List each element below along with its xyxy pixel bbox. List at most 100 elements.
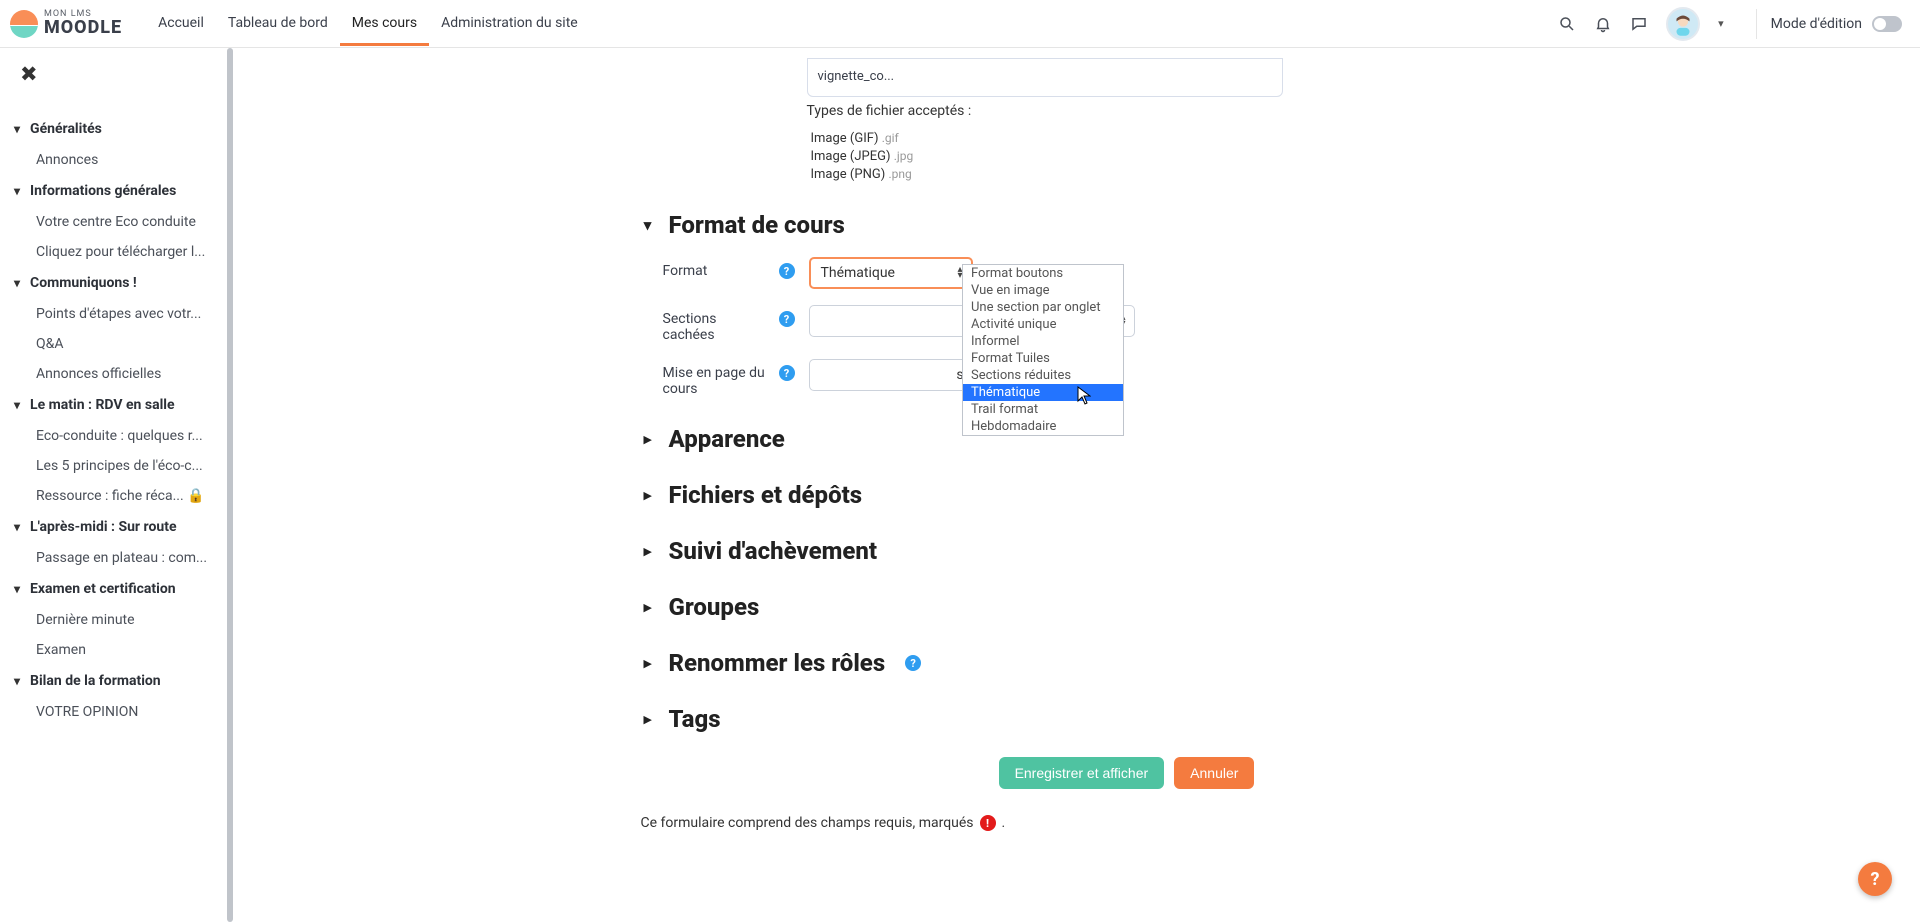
chevron-down-icon: ▾ [14,184,20,198]
format-select[interactable]: Thématique ▴▾ [809,257,973,289]
chevron-down-icon: ▾ [14,520,20,534]
section-generalites[interactable]: ▾ Généralités [14,113,233,145]
page: ✖ ▾ Généralités Annonces ▾ Informations … [0,48,1920,922]
logo[interactable]: MON LMS MOODLE [10,10,122,38]
bell-icon[interactable] [1594,15,1612,33]
help-fab-button[interactable]: ? [1858,862,1892,896]
close-drawer-icon[interactable]: ✖ [20,62,233,87]
dropdown-option[interactable]: Vue en image [963,282,1123,299]
nav-administration[interactable]: Administration du site [429,1,590,46]
help-icon[interactable]: ? [779,311,795,327]
file-type: Image (GIF) .gif [811,129,1447,147]
cancel-button[interactable]: Annuler [1174,757,1254,789]
sidebar-item[interactable]: Eco-conduite : quelques r... [14,421,220,451]
help-icon[interactable]: ? [905,655,921,671]
fieldset-fichiers-depots[interactable]: ▸ Fichiers et dépôts [641,481,1447,509]
logo-big: MOODLE [44,19,122,37]
dropdown-option-selected[interactable]: Thématique [963,384,1123,401]
help-icon[interactable]: ? [779,365,795,381]
logo-icon [10,10,38,38]
sidebar-item-locked[interactable]: Ressource : fiche réca... 🔒 [14,481,220,511]
format-label: Format [663,263,767,279]
chevron-right-icon: ▸ [641,486,655,504]
fieldset-title: Suivi d'achèvement [669,537,878,565]
edit-mode-toggle[interactable] [1872,16,1902,32]
sidebar-item[interactable]: VOTRE OPINION [14,697,220,727]
required-note-text: Ce formulaire comprend des champs requis… [641,815,974,831]
fieldset-tags[interactable]: ▸ Tags [641,705,1447,733]
file-picker-item[interactable]: vignette_co... [807,58,1283,97]
file-type-ext: .jpg [894,149,914,163]
section-title: Informations générales [30,183,176,199]
sidebar-item[interactable]: Examen [14,635,220,665]
fieldset-suivi-achevement[interactable]: ▸ Suivi d'achèvement [641,537,1447,565]
dropdown-option[interactable]: Une section par onglet [963,299,1123,316]
form-area: vignette_co... Types de fichier acceptés… [475,48,1679,831]
section-apres-midi[interactable]: ▾ L'après-midi : Sur route [14,511,233,543]
dropdown-option[interactable]: Hebdomadaire [963,418,1123,435]
nav-mes-cours[interactable]: Mes cours [340,1,429,46]
sidebar-item[interactable]: Votre centre Eco conduite [14,207,220,237]
fieldset-title: Apparence [669,425,785,453]
chevron-right-icon: ▸ [641,710,655,728]
section-title: Communiquons ! [30,275,137,291]
section-matin[interactable]: ▾ Le matin : RDV en salle [14,389,233,421]
section-informations-generales[interactable]: ▾ Informations générales [14,175,233,207]
sidebar-item[interactable]: Passage en plateau : com... [14,543,220,573]
chevron-right-icon: ▸ [641,430,655,448]
search-icon[interactable] [1558,15,1576,33]
sidebar-item[interactable]: Annonces [14,145,220,175]
hidden-sections-label: Sections cachées [663,311,767,343]
fieldset-format-de-cours[interactable]: ▾ Format de cours [641,211,1447,239]
sidebar-item[interactable]: Dernière minute [14,605,220,635]
file-name: vignette_co... [818,69,895,84]
topbar: MON LMS MOODLE Accueil Tableau de bord M… [0,0,1920,48]
logo-text: MON LMS MOODLE [44,10,122,37]
file-type: Image (PNG) .png [811,165,1447,183]
required-fields-note: Ce formulaire comprend des champs requis… [641,815,1447,831]
section-bilan[interactable]: ▾ Bilan de la formation [14,665,233,697]
dropdown-option[interactable]: Format boutons [963,265,1123,282]
user-menu-caret[interactable]: ▾ [1718,17,1724,30]
fieldset-renommer-roles[interactable]: ▸ Renommer les rôles ? [641,649,1447,677]
fieldset-groupes[interactable]: ▸ Groupes [641,593,1447,621]
dropdown-option[interactable]: Trail format [963,401,1123,418]
avatar[interactable] [1666,7,1700,41]
file-type-ext: .png [888,167,911,181]
fieldset-title: Tags [669,705,721,733]
section-title: Examen et certification [30,581,176,597]
format-dropdown-list[interactable]: Format boutons Vue en image Une section … [962,264,1124,436]
chevron-right-icon: ▸ [641,542,655,560]
dropdown-option[interactable]: Sections réduites [963,367,1123,384]
accepted-types-label: Types de fichier acceptés : [807,103,1447,119]
primary-nav: Accueil Tableau de bord Mes cours Admini… [146,1,590,46]
section-examen[interactable]: ▾ Examen et certification [14,573,233,605]
chevron-down-icon: ▾ [14,582,20,596]
save-and-display-button[interactable]: Enregistrer et afficher [999,757,1165,789]
required-mark-icon: ! [980,815,996,831]
sidebar-item[interactable]: Annonces officielles [14,359,220,389]
file-type-name: Image (JPEG) [811,149,891,164]
sidebar-item[interactable]: Q&A [14,329,220,359]
select-value: Thématique [821,265,895,281]
dropdown-option[interactable]: Format Tuiles [963,350,1123,367]
dropdown-option[interactable]: Informel [963,333,1123,350]
help-icon[interactable]: ? [779,263,795,279]
chevron-right-icon: ▸ [641,598,655,616]
chevron-down-icon: ▾ [14,276,20,290]
chat-icon[interactable] [1630,15,1648,33]
dropdown-option[interactable]: Activité unique [963,316,1123,333]
required-note-period: . [1002,815,1006,831]
sidebar-item[interactable]: Cliquez pour télécharger l... [14,237,220,267]
nav-accueil[interactable]: Accueil [146,1,216,46]
section-communiquons[interactable]: ▾ Communiquons ! [14,267,233,299]
sidebar-item[interactable]: Points d'étapes avec votr... [14,299,220,329]
section-title: Bilan de la formation [30,673,161,689]
file-type-ext: .gif [882,131,899,145]
chevron-down-icon: ▾ [14,674,20,688]
chevron-down-icon: ▾ [641,216,655,234]
nav-tableau-de-bord[interactable]: Tableau de bord [216,1,340,46]
sidebar-item[interactable]: Les 5 principes de l'éco-c... [14,451,220,481]
fieldset-title: Groupes [669,593,760,621]
fieldset-title: Format de cours [669,211,845,239]
